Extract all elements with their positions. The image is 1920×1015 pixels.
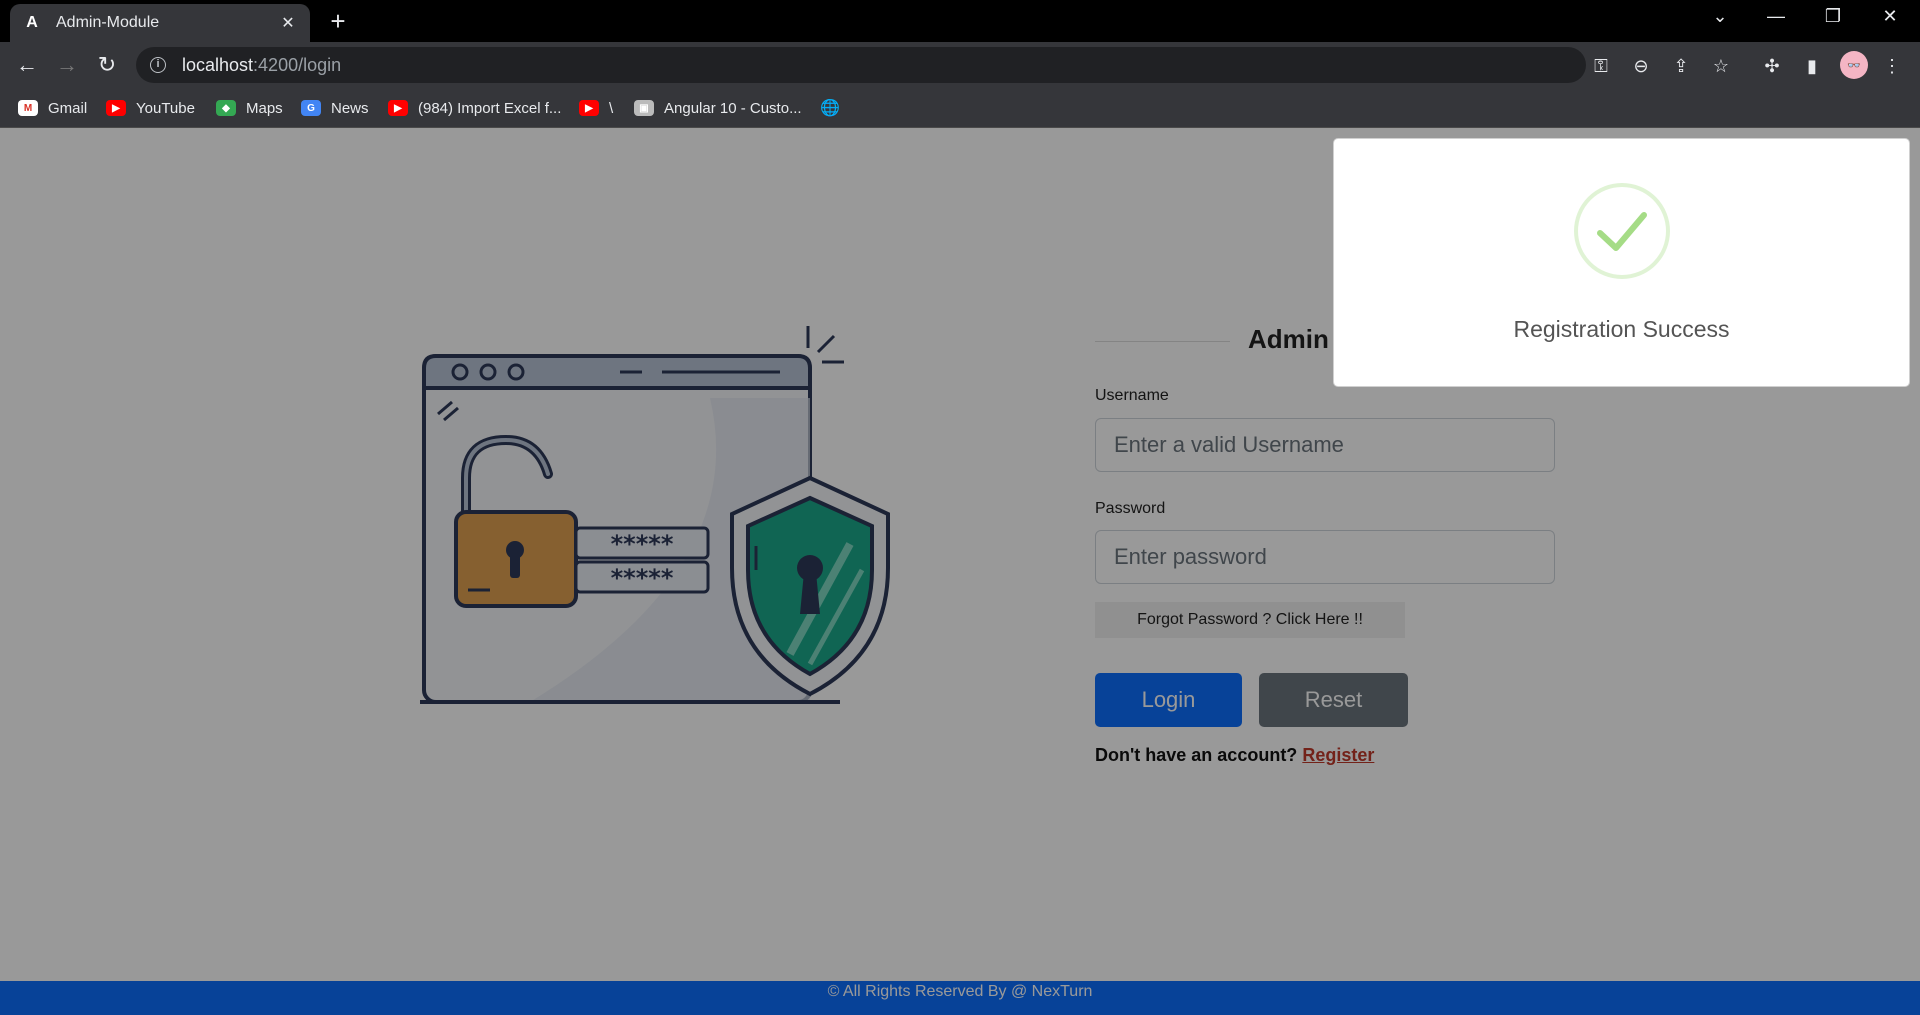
tab-admin-module[interactable]: A Admin-Module ✕: [10, 4, 310, 42]
close-tab-icon[interactable]: ✕: [278, 13, 298, 33]
check-mark-icon: [1597, 212, 1647, 251]
forward-icon[interactable]: →: [52, 50, 82, 80]
address-bar[interactable]: i localhost :4200/login ⚿ ⊖ ⇪ ☆: [136, 47, 1729, 83]
news-icon: G: [301, 100, 321, 116]
bookmark-gmail[interactable]: M Gmail: [18, 97, 87, 119]
browser-toolbar: ← → ↻ i localhost :4200/login ⚿ ⊖ ⇪ ☆ ✣ …: [0, 42, 1920, 88]
bookmark-news[interactable]: G News: [301, 97, 369, 119]
share-icon[interactable]: ⇪: [1670, 55, 1692, 77]
youtube-icon: ▶: [106, 100, 126, 116]
zoom-icon[interactable]: ⊖: [1630, 55, 1652, 77]
alert-title: Registration Success: [1513, 316, 1730, 342]
gmail-icon: M: [18, 100, 38, 116]
restore-icon[interactable]: ❐: [1813, 6, 1853, 34]
bookmark-label: Maps: [246, 99, 283, 117]
bookmark-label: \: [609, 99, 614, 117]
bookmarks-bar: M Gmail ▶ YouTube ◆ Maps G News ▶ (984) …: [0, 88, 1920, 128]
bookmark-star-icon[interactable]: ☆: [1710, 55, 1732, 77]
bookmark-youtube[interactable]: ▶ YouTube: [106, 97, 195, 119]
angular-icon: A: [26, 14, 38, 31]
tab-strip: A Admin-Module ✕ + ⌄ — ❐ ✕: [0, 0, 1920, 42]
bookmark-label: (984) Import Excel f...: [418, 99, 562, 117]
maps-icon: ◆: [216, 100, 236, 116]
bookmark-angular[interactable]: ▣ Angular 10 - Custo...: [634, 97, 802, 119]
new-tab-icon[interactable]: +: [324, 8, 352, 36]
bookmark-maps[interactable]: ◆ Maps: [216, 97, 283, 119]
globe-icon: 🌐: [820, 100, 840, 117]
success-check-icon: [1574, 183, 1670, 279]
bookmark-backslash[interactable]: ▶ \: [579, 97, 613, 119]
profile-avatar[interactable]: 👓: [1840, 51, 1868, 79]
key-icon[interactable]: ⚿: [1590, 55, 1612, 77]
url-host: localhost: [182, 54, 254, 75]
tab-title: Admin-Module: [56, 14, 160, 31]
page-content: ***** ***** Admin Username Password Forg…: [0, 128, 1920, 1015]
bookmark-globe[interactable]: 🌐: [820, 97, 850, 119]
side-panel-icon[interactable]: ▮: [1800, 54, 1824, 78]
youtube-icon: ▶: [579, 100, 599, 116]
bookmark-label: Gmail: [48, 99, 88, 117]
bookmark-label: YouTube: [136, 99, 195, 117]
extensions-icon[interactable]: ✣: [1760, 54, 1784, 78]
bookmark-label: News: [331, 99, 369, 117]
menu-icon[interactable]: ⋮: [1880, 54, 1904, 78]
url-path: :4200/login: [253, 54, 342, 75]
bookmark-import-excel[interactable]: ▶ (984) Import Excel f...: [388, 97, 561, 119]
reload-icon[interactable]: ↻: [92, 50, 122, 80]
success-alert: Registration Success: [1334, 139, 1909, 386]
close-window-icon[interactable]: ✕: [1870, 6, 1910, 34]
bookmark-label: Angular 10 - Custo...: [664, 99, 802, 117]
youtube-icon: ▶: [388, 100, 408, 116]
site-info-icon[interactable]: i: [150, 57, 166, 73]
tab-search-icon[interactable]: ⌄: [1700, 6, 1740, 34]
minimize-icon[interactable]: —: [1756, 6, 1796, 34]
site-icon: ▣: [634, 100, 654, 116]
back-icon[interactable]: ←: [12, 50, 42, 80]
